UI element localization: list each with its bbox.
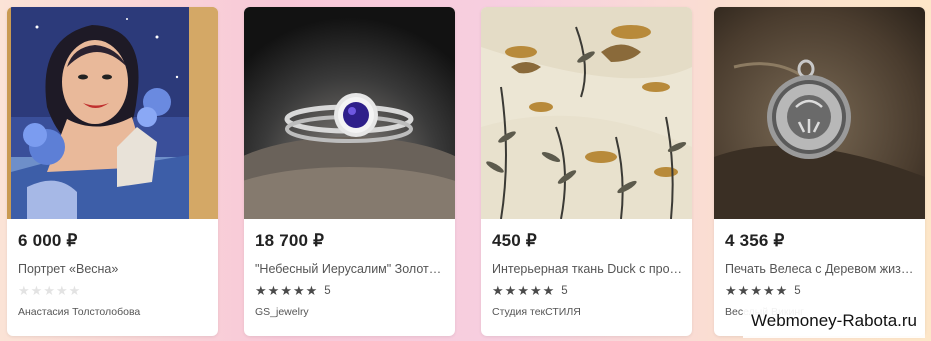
star-icon: ★ [737, 283, 750, 298]
rating-count: 5 [324, 285, 331, 297]
star-icon: ★ [529, 283, 542, 298]
star-icon: ★ [725, 283, 737, 298]
product-image[interactable] [244, 7, 455, 219]
product-title[interactable]: Портрет «Весна» [18, 262, 208, 276]
star-icon: ★ [43, 283, 55, 298]
star-icon: ★ [517, 283, 529, 298]
product-price: 6 000 ₽ [18, 231, 78, 250]
product-card[interactable]: 450 ₽ Интерьерная ткань Duck с про… ★ ★ … [481, 7, 692, 336]
star-icon: ★ [762, 283, 775, 298]
rating-count: 5 [794, 285, 801, 297]
rating: ★ ★ ★ ★ ★ 5 [725, 284, 801, 298]
product-image[interactable] [714, 7, 925, 219]
product-title[interactable]: "Небесный Иерусалим" Золот… [255, 262, 445, 276]
star-icon: ★ [30, 283, 43, 298]
star-icon: ★ [55, 283, 68, 298]
star-icon: ★ [542, 283, 555, 298]
star-icon: ★ [775, 283, 788, 298]
star-icon: ★ [255, 283, 267, 298]
product-title[interactable]: Печать Велеса с Деревом жиз… [725, 262, 915, 276]
product-card[interactable]: 18 700 ₽ "Небесный Иерусалим" Золот… ★ ★… [244, 7, 455, 336]
star-icon: ★ [504, 283, 517, 298]
seller-name[interactable]: GS_jewelry [255, 306, 309, 318]
seller-name[interactable]: Студия текСТИЛЯ [492, 306, 581, 318]
rating: ★ ★ ★ ★ ★ [18, 284, 81, 298]
star-icon: ★ [68, 283, 81, 298]
star-icon: ★ [750, 283, 762, 298]
rating: ★ ★ ★ ★ ★ 5 [255, 284, 331, 298]
star-icon: ★ [280, 283, 292, 298]
rating: ★ ★ ★ ★ ★ 5 [492, 284, 568, 298]
product-price: 18 700 ₽ [255, 231, 325, 250]
star-icon: ★ [18, 283, 30, 298]
product-card[interactable]: 4 356 ₽ Печать Велеса с Деревом жиз… ★ ★… [714, 7, 925, 336]
star-icon: ★ [305, 283, 318, 298]
product-price: 4 356 ₽ [725, 231, 785, 250]
product-price: 450 ₽ [492, 231, 537, 250]
seller-name[interactable]: Анастасия Толстолобова [18, 306, 140, 318]
star-icon: ★ [292, 283, 305, 298]
product-image[interactable] [481, 7, 692, 219]
watermark-text: Webmoney-Rabota.ru [743, 304, 925, 338]
product-title[interactable]: Интерьерная ткань Duck с про… [492, 262, 682, 276]
star-icon: ★ [492, 283, 504, 298]
star-icon: ★ [267, 283, 280, 298]
product-card[interactable]: 6 000 ₽ Портрет «Весна» ★ ★ ★ ★ ★ Анаста… [7, 7, 218, 336]
product-image[interactable] [7, 7, 218, 219]
rating-count: 5 [561, 285, 568, 297]
